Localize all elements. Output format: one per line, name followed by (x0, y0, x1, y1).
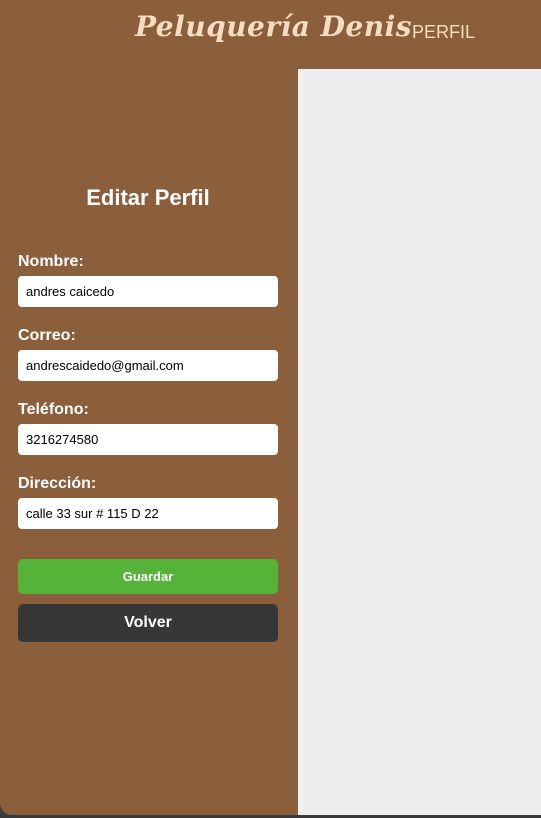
name-field[interactable] (18, 276, 278, 307)
phone-label: Teléfono: (18, 401, 89, 418)
email-field[interactable] (18, 350, 278, 381)
phone-field[interactable] (18, 424, 278, 455)
brand-logo[interactable]: Peluquería Denis (135, 10, 412, 43)
nav-link-perfil[interactable]: PERFIL (412, 22, 475, 43)
save-button[interactable]: Guardar (18, 559, 278, 594)
main-content-area (298, 69, 541, 815)
app-window: Peluquería Denis PERFIL Editar Perfil No… (0, 0, 541, 815)
back-button[interactable]: Volver (18, 604, 278, 642)
name-label: Nombre: (18, 253, 84, 270)
form-title: Editar Perfil (86, 185, 210, 210)
address-field[interactable] (18, 498, 278, 529)
email-label: Correo: (18, 327, 76, 344)
address-label: Dirección: (18, 475, 97, 492)
top-navbar: Peluquería Denis PERFIL (0, 0, 541, 69)
edit-profile-panel: Editar Perfil Nombre: Correo: Teléfono: … (0, 69, 298, 815)
